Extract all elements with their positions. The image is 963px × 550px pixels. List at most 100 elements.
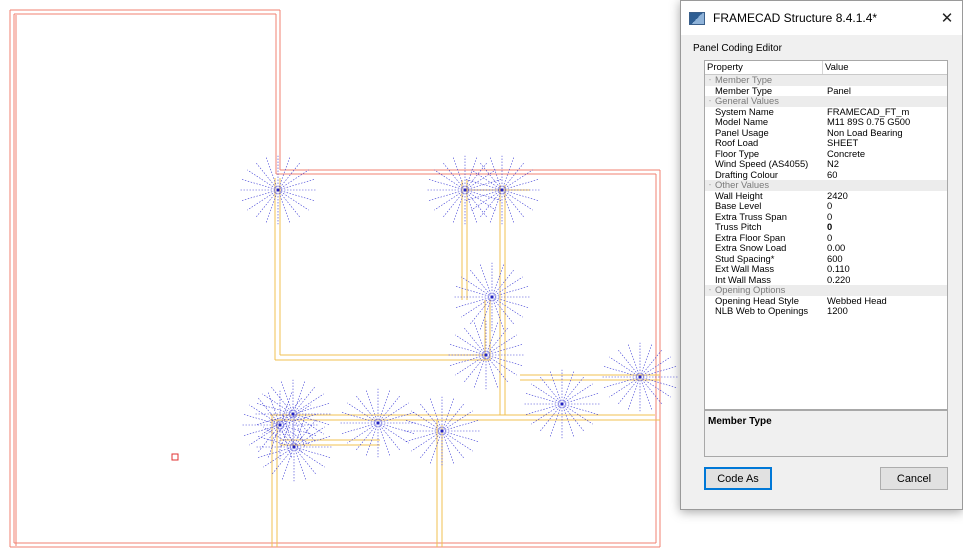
property-value[interactable]: FRAMECAD_FT_m: [823, 107, 909, 118]
connection-node[interactable]: [240, 155, 316, 225]
node-ray: [464, 162, 488, 191]
property-row[interactable]: Roof Load SHEET: [705, 138, 947, 149]
property-value[interactable]: 60: [823, 170, 837, 181]
property-value[interactable]: 0: [823, 212, 832, 223]
node-ray: [270, 386, 294, 415]
node-ray: [292, 393, 324, 415]
property-row[interactable]: Extra Truss Span 0: [705, 212, 947, 223]
property-value[interactable]: Panel: [823, 86, 851, 97]
property-name: Extra Snow Load: [715, 243, 787, 253]
cancel-button[interactable]: Cancel: [880, 467, 948, 490]
collapse-icon[interactable]: -: [705, 285, 715, 296]
property-row[interactable]: Stud Spacing* 600: [705, 254, 947, 265]
property-row[interactable]: Extra Snow Load 0.00: [705, 243, 947, 254]
property-value[interactable]: 0: [823, 222, 832, 233]
node-ray: [441, 430, 479, 442]
collapse-icon[interactable]: -: [705, 75, 715, 86]
property-value[interactable]: 600: [823, 254, 843, 265]
property-row[interactable]: Member Type Panel: [705, 86, 947, 97]
panel-coding-dialog: FRAMECAD Structure 8.4.1.4* ✕ Panel Codi…: [680, 0, 963, 510]
node-ray: [485, 354, 523, 366]
row-indent: [705, 233, 715, 244]
property-row[interactable]: NLB Web to Openings 1200: [705, 306, 947, 317]
property-value[interactable]: Webbed Head: [823, 296, 887, 307]
property-value[interactable]: 0.00: [823, 243, 845, 254]
node-ray: [241, 179, 279, 191]
property-name: Opening Options: [715, 285, 786, 295]
property-row[interactable]: Wall Height 2420: [705, 191, 947, 202]
property-value[interactable]: 2420: [823, 191, 848, 202]
node-ray: [365, 390, 379, 424]
node-ray: [539, 403, 563, 432]
property-category[interactable]: - Member Type: [705, 75, 947, 86]
property-value[interactable]: 0.110: [823, 264, 850, 275]
code-as-button[interactable]: Code As: [704, 467, 772, 490]
column-header-property[interactable]: Property: [705, 61, 823, 74]
property-row[interactable]: Drafting Colour 60: [705, 170, 947, 181]
property-row[interactable]: Model Name M11 89S 0.75 G500: [705, 117, 947, 128]
node-center: [484, 353, 488, 357]
property-value[interactable]: SHEET: [823, 138, 858, 149]
row-indent: [705, 201, 715, 212]
property-value[interactable]: N2: [823, 159, 839, 170]
property-category[interactable]: - Other Values: [705, 180, 947, 191]
dialog-titlebar[interactable]: FRAMECAD Structure 8.4.1.4* ✕: [681, 1, 962, 35]
property-category[interactable]: - General Values: [705, 96, 947, 107]
connection-node[interactable]: [602, 342, 678, 412]
node-ray: [277, 169, 309, 191]
property-name: Other Values: [715, 180, 770, 190]
column-header-value[interactable]: Value: [823, 61, 849, 74]
row-indent: [705, 243, 715, 254]
property-value[interactable]: 0.220: [823, 275, 850, 286]
node-ray: [455, 286, 493, 298]
property-row[interactable]: Floor Type Concrete: [705, 149, 947, 160]
node-ray: [561, 383, 593, 405]
property-row[interactable]: Opening Head Style Webbed Head: [705, 296, 947, 307]
row-indent: [705, 264, 715, 275]
row-indent: [705, 296, 715, 307]
node-ray: [247, 189, 279, 211]
framecad-app-icon: [689, 11, 705, 25]
property-row[interactable]: Panel Usage Non Load Bearing: [705, 128, 947, 139]
node-ray: [293, 446, 317, 475]
connection-node[interactable]: [340, 388, 416, 458]
property-value[interactable]: 0: [823, 233, 832, 244]
property-row[interactable]: Base Level 0: [705, 201, 947, 212]
node-center: [292, 445, 296, 449]
row-indent: [705, 254, 715, 265]
property-row[interactable]: Truss Pitch 0: [705, 222, 947, 233]
row-indent: [705, 159, 715, 170]
node-ray: [441, 403, 465, 432]
property-value[interactable]: M11 89S 0.75 G500: [823, 117, 910, 128]
property-row[interactable]: Extra Floor Span 0: [705, 233, 947, 244]
node-ray: [293, 414, 307, 448]
close-icon[interactable]: ✕: [932, 1, 962, 35]
node-ray: [281, 446, 295, 480]
connection-node[interactable]: [454, 262, 530, 332]
property-name: Roof Load: [715, 138, 759, 148]
property-row[interactable]: Ext Wall Mass 0.110: [705, 264, 947, 275]
property-category[interactable]: - Opening Options: [705, 285, 947, 296]
property-value[interactable]: Concrete: [823, 149, 865, 160]
node-ray: [501, 179, 539, 191]
node-center: [638, 375, 642, 379]
origin-marker[interactable]: [171, 453, 179, 461]
property-value[interactable]: Non Load Bearing: [823, 128, 903, 139]
property-row[interactable]: Int Wall Mass 0.220: [705, 275, 947, 286]
node-ray: [265, 189, 279, 223]
collapse-icon[interactable]: -: [705, 96, 715, 107]
property-grid[interactable]: Property Value - Member Type Member Type Pa…: [704, 60, 948, 410]
connection-node[interactable]: [255, 379, 331, 449]
node-ray: [441, 430, 465, 459]
node-ray: [485, 344, 523, 356]
property-value[interactable]: 0: [823, 201, 832, 212]
node-ray: [479, 162, 503, 191]
property-row[interactable]: System Name FRAMECAD_FT_m: [705, 107, 947, 118]
property-value[interactable]: 1200: [823, 306, 848, 317]
property-row[interactable]: Wind Speed (AS4055) N2: [705, 159, 947, 170]
node-center: [490, 295, 494, 299]
connection-node[interactable]: [242, 390, 318, 460]
connection-node[interactable]: [256, 412, 332, 482]
property-name: Wall Height: [715, 190, 763, 201]
collapse-icon[interactable]: -: [705, 180, 715, 191]
